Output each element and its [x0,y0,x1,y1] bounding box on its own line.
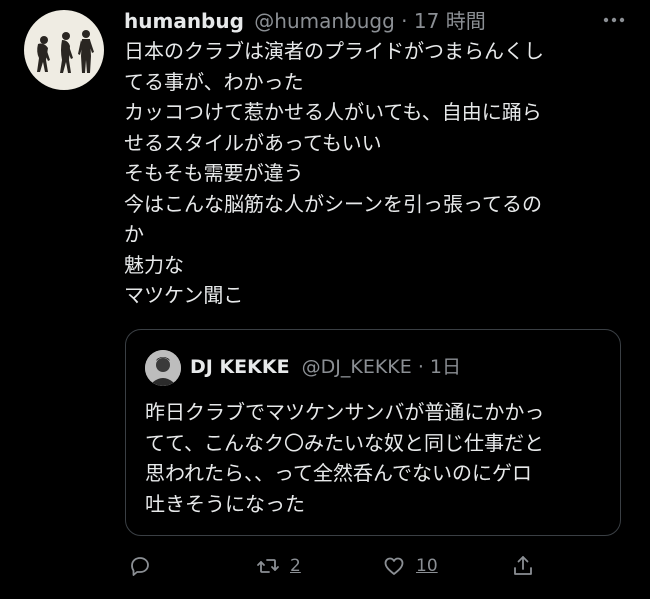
quoted-tweet-header: DJ KEKKE @DJ_KEKKE · 1日 [190,352,461,382]
retweet-button[interactable]: 2 [256,548,301,584]
more-icon [603,17,625,23]
tweet-header: humanbug @humanbugg · 17 時間 [124,6,636,36]
quoted-tweet-timestamp[interactable]: 1日 [430,356,461,378]
quoted-text-line: てて、こんなク〇みたいな奴と同じ仕事だと [145,430,544,455]
quoted-text-line: 思われたら、、って全然呑んでないのにゲロ [145,461,532,485]
heart-icon [384,557,404,575]
like-button[interactable]: 10 [382,548,438,584]
tweet-text: 日本のクラブは演者のプライドがつまらんくし てる事が、わかった カッコつけて惹か… [124,36,624,311]
retweet-icon [257,559,279,573]
share-button[interactable] [511,548,535,584]
quoted-author-name[interactable]: DJ KEKKE [190,356,290,378]
quoted-tweet[interactable]: DJ KEKKE @DJ_KEKKE · 1日 昨日クラブでマツケンサンバが普通… [125,329,621,536]
tweet-text-line: か [124,222,144,246]
author-handle[interactable]: @humanbugg [254,9,395,33]
reply-button[interactable] [128,548,152,584]
quoted-author-handle[interactable]: @DJ_KEKKE [302,356,412,378]
reply-icon [131,557,149,576]
tweet-text-line: てる事が、わかった [124,69,304,94]
tweet-timestamp[interactable]: 17 時間 [414,9,486,33]
tweet-text-line: カッコつけて惹かせる人がいても、自由に踊ら [124,100,542,124]
tweet-text-line: 日本のクラブは演者のプライドがつまらんくし [124,39,544,63]
quoted-author-avatar[interactable] [145,350,181,386]
evolution-illustration [37,30,94,73]
quoted-text-line: 昨日クラブでマツケンサンバが普通にかかっ [145,400,545,424]
tweet-text-line: マツケン聞こ [124,283,244,307]
tweet-text-line: 魅力な [124,252,184,277]
author-avatar[interactable] [24,10,104,90]
header-separator: · [401,9,408,33]
tweet-text-line: そもそも需要が違う [124,161,304,185]
person-photo-icon [145,350,181,386]
quoted-tweet-text: 昨日クラブでマツケンサンバが普通にかかっ てて、こんなク〇みたいな奴と同じ仕事だ… [145,397,615,519]
quoted-header-separator: · [417,356,424,378]
author-name[interactable]: humanbug [124,9,244,33]
tweet-text-line: 今はこんな脳筋な人がシーンを引っ張ってるの [124,191,542,216]
tweet-text-line: せるスタイルがあってもいい [124,130,382,155]
retweet-count[interactable]: 2 [290,556,301,576]
more-options-button[interactable] [598,4,630,36]
tweet-actions: 2 10 [124,548,650,584]
like-count[interactable]: 10 [416,556,438,576]
share-icon [514,556,532,575]
quoted-text-line: 吐きそうになった [145,491,305,516]
